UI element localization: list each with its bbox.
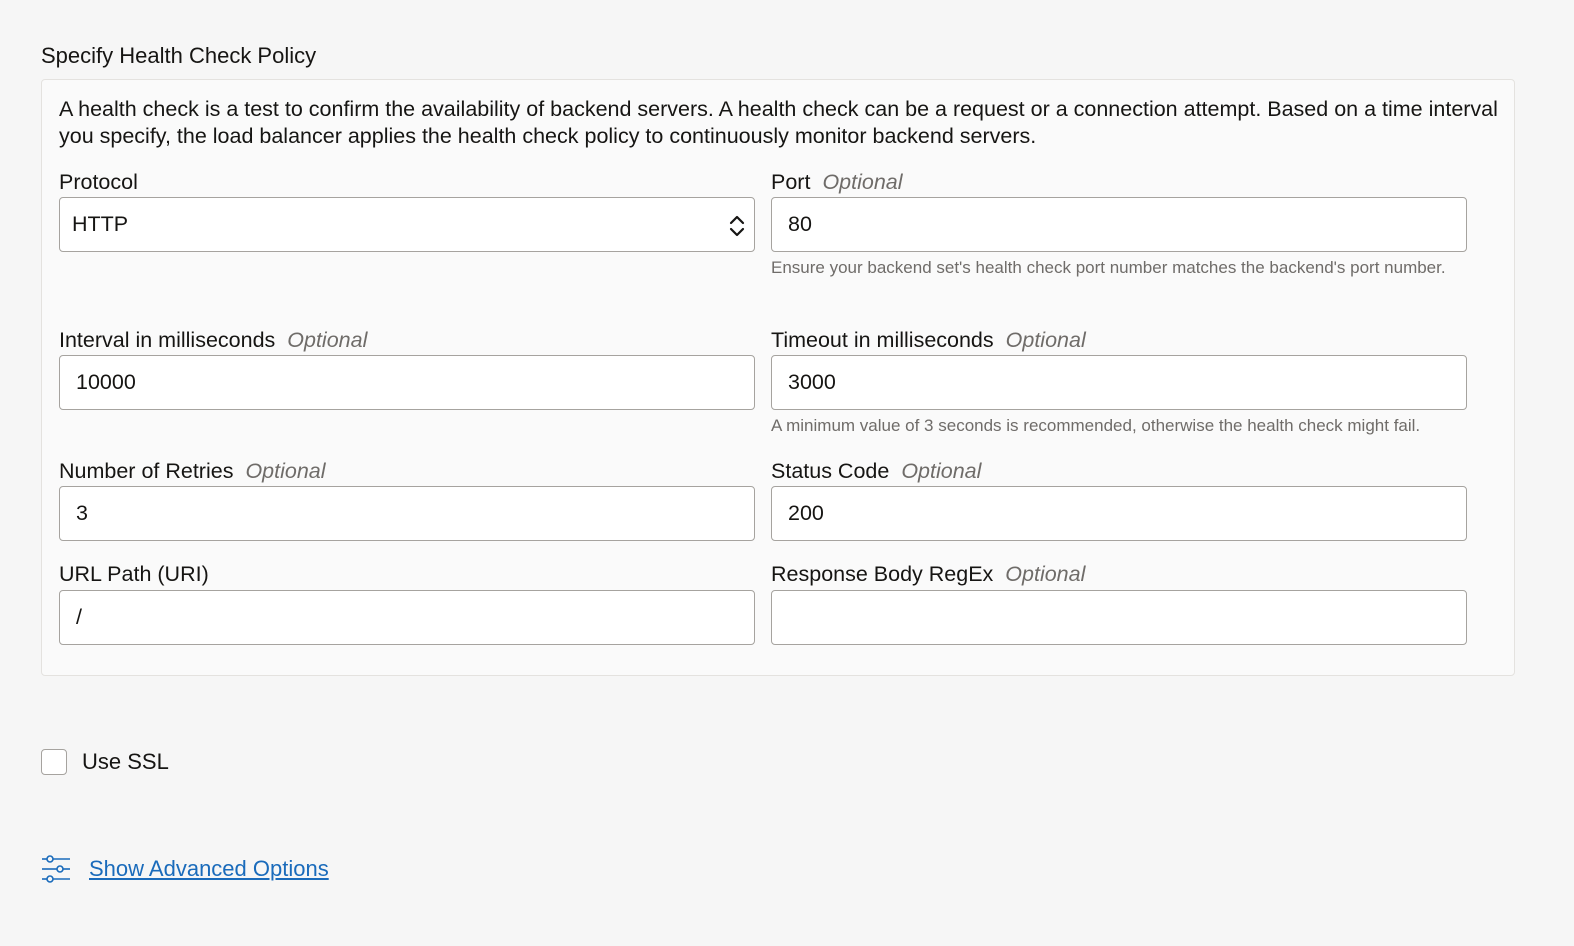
health-check-panel: A health check is a test to confirm the … <box>41 79 1515 676</box>
interval-label: Interval in milliseconds <box>59 328 276 352</box>
protocol-label: Protocol <box>59 170 138 194</box>
use-ssl-row: Use SSL <box>41 748 169 776</box>
response-regex-label: Response Body RegEx <box>771 562 994 586</box>
show-advanced-options-link[interactable]: Show Advanced Options <box>89 855 329 883</box>
section-title: Specify Health Check Policy <box>41 43 317 68</box>
status-code-optional-tag: Optional <box>901 459 982 483</box>
retries-field: Number of Retries Optional <box>59 458 326 484</box>
health-check-description: A health check is a test to confirm the … <box>59 97 1498 148</box>
status-code-label: Status Code <box>771 459 890 483</box>
protocol-value: HTTP <box>72 212 129 236</box>
status-code-value: 200 <box>788 501 824 525</box>
protocol-select[interactable]: HTTP <box>59 197 755 252</box>
protocol-field: Protocol <box>59 169 138 195</box>
interval-optional-tag: Optional <box>287 328 368 352</box>
timeout-value: 3000 <box>788 370 836 394</box>
url-path-label: URL Path (URI) <box>59 562 209 586</box>
advanced-options-row: Show Advanced Options <box>41 854 329 884</box>
select-chevrons-icon <box>729 215 745 237</box>
url-path-field: URL Path (URI) <box>59 561 209 587</box>
port-field: Port Optional <box>771 169 903 195</box>
retries-optional-tag: Optional <box>245 459 326 483</box>
interval-field: Interval in milliseconds Optional <box>59 327 367 353</box>
interval-value: 10000 <box>76 370 136 394</box>
status-code-input[interactable]: 200 <box>771 486 1467 541</box>
port-input[interactable]: 80 <box>771 197 1467 252</box>
timeout-input[interactable]: 3000 <box>771 355 1467 410</box>
url-path-value: / <box>76 605 82 629</box>
port-value: 80 <box>788 212 812 236</box>
retries-label: Number of Retries <box>59 459 234 483</box>
url-path-input[interactable]: / <box>59 590 755 645</box>
timeout-field: Timeout in milliseconds Optional <box>771 327 1086 353</box>
port-helper-text: Ensure your backend set's health check p… <box>771 258 1446 277</box>
response-regex-input[interactable] <box>771 590 1467 645</box>
sliders-icon[interactable] <box>41 854 71 884</box>
timeout-optional-tag: Optional <box>1005 328 1086 352</box>
response-regex-optional-tag: Optional <box>1005 562 1086 586</box>
use-ssl-label[interactable]: Use SSL <box>82 748 169 776</box>
response-regex-field: Response Body RegEx Optional <box>771 561 1085 587</box>
timeout-helper-text: A minimum value of 3 seconds is recommen… <box>771 416 1421 435</box>
status-code-field: Status Code Optional <box>771 458 981 484</box>
port-optional-tag: Optional <box>822 170 903 194</box>
retries-value: 3 <box>76 501 88 525</box>
timeout-label: Timeout in milliseconds <box>771 328 994 352</box>
interval-input[interactable]: 10000 <box>59 355 755 410</box>
port-label: Port <box>771 170 811 194</box>
retries-input[interactable]: 3 <box>59 486 755 541</box>
use-ssl-checkbox[interactable] <box>41 749 67 775</box>
